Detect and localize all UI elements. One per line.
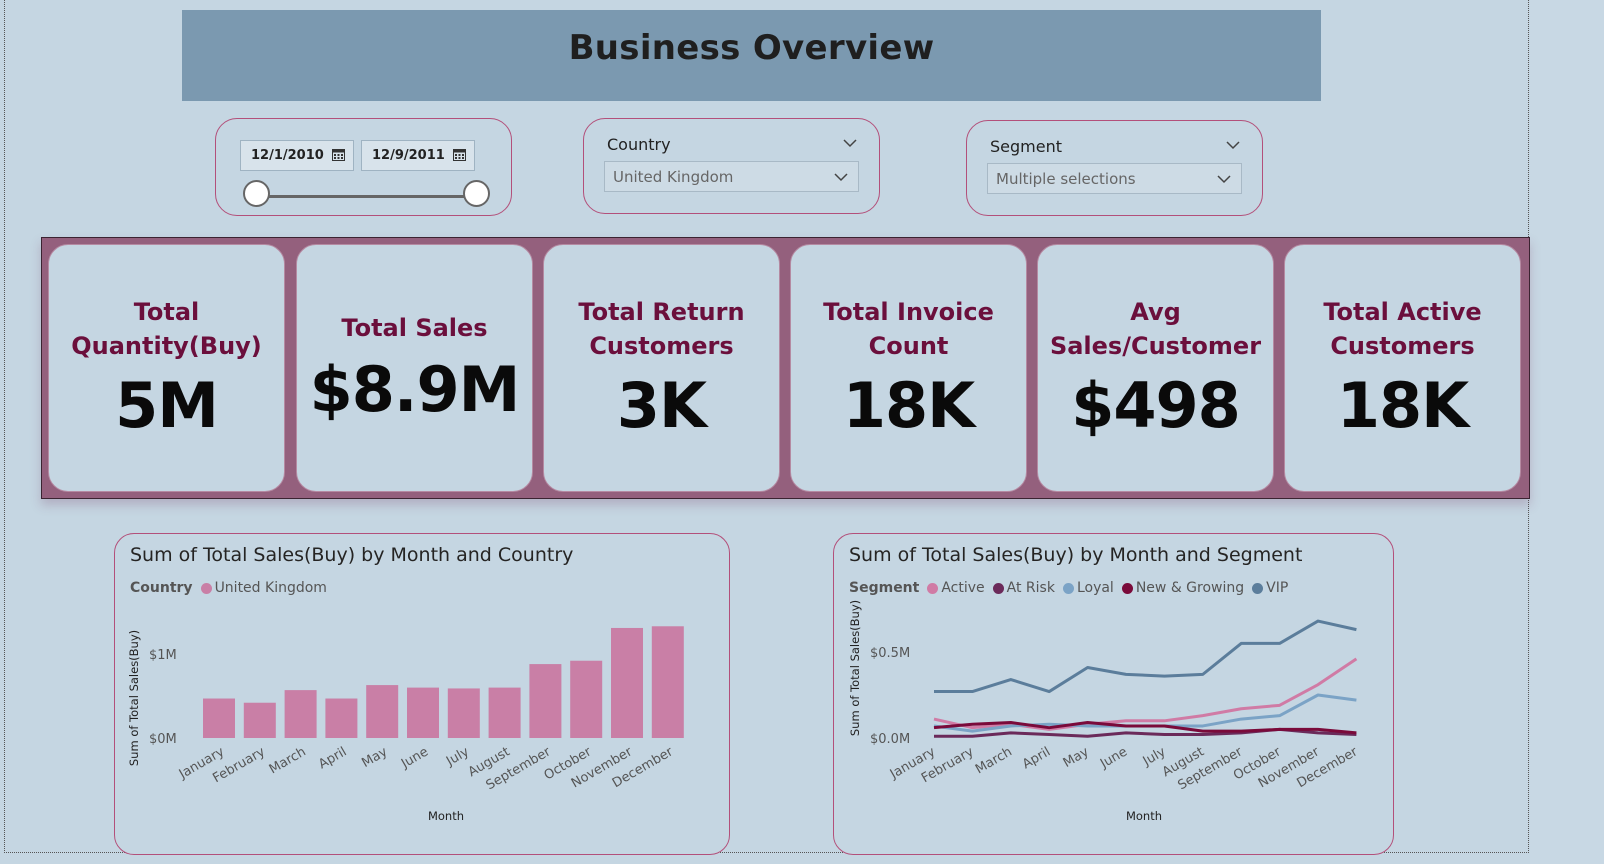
x-tick-label: March — [973, 744, 1015, 777]
kpi-label: Avg Sales/Customer — [1049, 298, 1262, 360]
date-slider-track[interactable] — [258, 195, 478, 198]
kpi-card-total-return-customers: Total Return Customers 3K — [543, 244, 780, 492]
country-slicer: Country United Kingdom — [583, 118, 880, 214]
x-tick-label: June — [398, 744, 431, 772]
y-tick-label: $0M — [149, 732, 177, 747]
x-axis-title: Month — [1126, 809, 1162, 823]
x-tick-label: May — [1061, 744, 1092, 771]
country-slicer-label: Country — [607, 135, 671, 154]
y-axis-title: Sum of Total Sales(Buy) — [127, 630, 141, 766]
canvas-margin — [1530, 0, 1604, 864]
kpi-card-total-active-customers: Total Active Customers 18K — [1284, 244, 1521, 492]
bar — [407, 687, 439, 738]
y-tick-label: $0.5M — [870, 646, 910, 661]
kpi-band: Total Quantity(Buy) 5M Total Sales $8.9M … — [41, 237, 1530, 499]
calendar-icon[interactable] — [332, 148, 345, 161]
bar — [488, 687, 521, 738]
kpi-label: Total Invoice Count — [823, 298, 994, 360]
country-dropdown[interactable]: United Kingdom — [604, 161, 859, 192]
chevron-down-icon[interactable] — [1226, 141, 1240, 150]
kpi-label: Total Sales — [341, 314, 488, 342]
date-slider-start-handle[interactable] — [243, 180, 270, 207]
chevron-down-icon[interactable] — [1217, 175, 1231, 184]
page-title: Business Overview — [568, 28, 935, 68]
segment-slicer-label: Segment — [990, 137, 1062, 156]
kpi-card-total-sales: Total Sales $8.9M — [296, 244, 533, 492]
bar — [611, 627, 643, 738]
kpi-label: Total Active Customers — [1323, 298, 1482, 360]
kpi-value: 18K — [842, 369, 975, 442]
y-tick-label: $1M — [149, 648, 177, 663]
y-tick-label: $0.0M — [870, 732, 910, 747]
date-slider-end-handle[interactable] — [463, 180, 490, 207]
bar — [529, 664, 562, 738]
kpi-value: $8.9M — [309, 353, 521, 426]
kpi-card-total-quantity: Total Quantity(Buy) 5M — [48, 244, 285, 492]
chevron-down-icon[interactable] — [843, 139, 857, 148]
x-axis-title: Month — [428, 809, 464, 823]
bar — [447, 688, 480, 738]
country-selected-value: United Kingdom — [613, 167, 734, 186]
kpi-value: 3K — [616, 369, 707, 442]
calendar-icon[interactable] — [453, 148, 466, 161]
kpi-value: 18K — [1336, 369, 1469, 442]
bar — [284, 690, 317, 738]
kpi-value: $498 — [1071, 369, 1241, 442]
bar — [203, 698, 235, 738]
y-axis-title: Sum of Total Sales(Buy) — [848, 600, 862, 736]
kpi-card-avg-sales-per-customer: Avg Sales/Customer $498 — [1037, 244, 1274, 492]
date-range-slicer: 12/1/2010 12/9/2011 — [215, 118, 512, 216]
chevron-down-icon[interactable] — [834, 173, 848, 182]
x-tick-label: April — [316, 744, 349, 772]
x-tick-label: April — [1020, 744, 1053, 772]
kpi-value: 5M — [115, 369, 219, 442]
start-date-value: 12/1/2010 — [251, 148, 324, 163]
start-date-input[interactable]: 12/1/2010 — [240, 140, 354, 171]
bar — [570, 660, 603, 738]
sales-by-segment-chart[interactable]: Sum of Total Sales(Buy) by Month and Seg… — [833, 533, 1394, 855]
bar — [243, 702, 276, 738]
bar — [325, 698, 358, 738]
x-tick-label: May — [359, 744, 390, 771]
kpi-label: Total Return Customers — [578, 298, 745, 360]
segment-selected-value: Multiple selections — [996, 169, 1136, 188]
bar — [651, 626, 684, 738]
bar-chart-plot: $0M$1MSum of Total Sales(Buy) JanuaryFebr… — [127, 626, 684, 823]
series-line — [934, 619, 1357, 694]
sales-by-country-chart[interactable]: Sum of Total Sales(Buy) by Month and Cou… — [114, 533, 730, 855]
series-line — [933, 657, 1358, 731]
bar — [366, 685, 399, 738]
x-tick-label: March — [267, 744, 309, 777]
kpi-card-total-invoice-count: Total Invoice Count 18K — [790, 244, 1027, 492]
end-date-value: 12/9/2011 — [372, 148, 445, 163]
x-tick-label: June — [1097, 744, 1130, 772]
kpi-label: Total Quantity(Buy) — [71, 298, 262, 360]
segment-slicer: Segment Multiple selections — [966, 120, 1263, 216]
end-date-input[interactable]: 12/9/2011 — [361, 140, 475, 171]
segment-dropdown[interactable]: Multiple selections — [987, 163, 1242, 194]
title-banner: Business Overview — [182, 10, 1321, 101]
line-chart-plot: $0.0M$0.5MSum of Total Sales(Buy)January… — [848, 600, 1361, 823]
